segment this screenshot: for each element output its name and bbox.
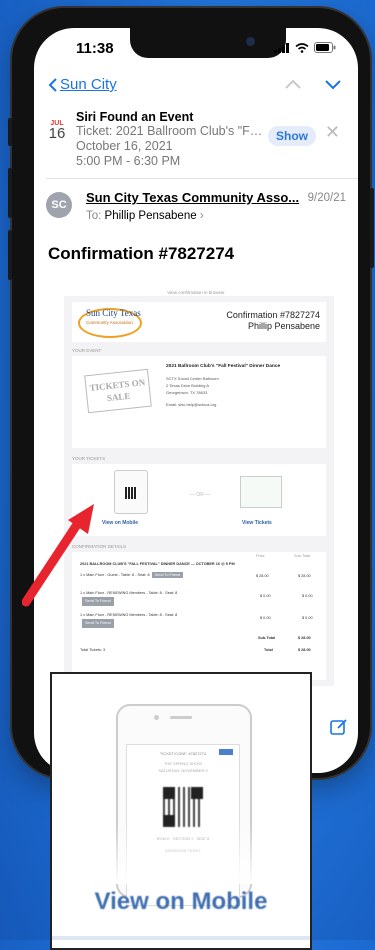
printable-tickets-image[interactable] — [240, 476, 282, 508]
subtotal-label: Sub-Total — [258, 636, 276, 640]
back-label: Sun City — [60, 76, 117, 93]
mute-switch — [8, 118, 12, 146]
to-label: To: — [86, 210, 102, 222]
siri-event-date: October 16, 2021 — [76, 139, 173, 153]
zoom-ticket-badge — [219, 749, 233, 755]
chevron-down-icon[interactable] — [324, 78, 342, 90]
status-icons — [274, 42, 336, 53]
mobile-ticket-image[interactable] — [114, 470, 148, 514]
close-icon[interactable]: ✕ — [325, 122, 340, 143]
venue-line-2: 2 Texas Drive Building A — [166, 383, 210, 388]
wifi-icon — [295, 42, 309, 53]
logo-text: Sun City Texas — [86, 308, 141, 318]
ticket-price: $ 28.00 — [256, 574, 269, 578]
zoom-ticket-line: THE SPRING SHOW — [163, 761, 202, 766]
calendar-day: 16 — [48, 125, 66, 142]
sender-header: SC Sun City Texas Community Asso... 9/20… — [46, 188, 346, 232]
message-arrows — [284, 78, 342, 90]
confirmation-block: Confirmation #7827274 Phillip Pensabene — [226, 310, 320, 332]
phone-frame: 11:38 Sun City JUL 16 Siri Found an Even… — [8, 8, 374, 778]
sender-name[interactable]: Sun City Texas Community Asso... — [86, 190, 306, 205]
total-tickets: Total Tickets: 3 — [80, 648, 106, 652]
chevron-left-icon — [48, 77, 57, 92]
ticket-price: $ 0.00 — [260, 616, 271, 620]
event-box: TICKETS ON SALE 2021 Ballroom Club's "Fa… — [72, 356, 326, 448]
confirmation-number: Confirmation #7827274 — [226, 310, 320, 320]
battery-icon — [314, 42, 336, 53]
zoom-camera-dot — [154, 715, 159, 720]
details-box: Price Sub-Total 2021 BALLROOM CLUB'S "FA… — [72, 552, 326, 680]
event-email: Email: sfsc.help@sctxca.org — [166, 402, 217, 407]
venue-line-3: Georgetown, TX 78633 — [166, 390, 208, 395]
zoom-fade — [52, 824, 310, 884]
recipient-name-email: Phillip Pensabene — [247, 321, 320, 331]
siri-event-name: Ticket: 2021 Ballroom Club's "Fall Fe... — [76, 124, 266, 138]
siri-title: Siri Found an Event — [76, 110, 194, 124]
power-button — [370, 188, 374, 268]
camera — [246, 37, 255, 46]
recipient-line[interactable]: To: Phillip Pensabene › — [86, 210, 204, 222]
zoom-view-on-mobile-label[interactable]: View on Mobile — [52, 888, 310, 916]
ticket-desc: 1 x Main Floor - RENEWING Members - Tabl… — [80, 613, 178, 617]
show-button[interactable]: Show — [268, 126, 316, 146]
logo-subtext: Community Association — [86, 320, 133, 325]
ticket-row: 1 x Main Floor - Guest - Table: 8 - Seat… — [80, 572, 318, 578]
notch — [130, 28, 286, 58]
view-on-mobile-link[interactable]: View on Mobile — [102, 520, 138, 526]
email-body: Sun City Texas Community Association Con… — [64, 296, 334, 686]
your-event-label: YOUR EVENT — [72, 348, 102, 353]
total-label: Total — [264, 648, 273, 652]
email-subject: Confirmation #7827274 — [48, 244, 235, 263]
mail-nav-bar: Sun City — [34, 76, 358, 106]
phone-screen: 11:38 Sun City JUL 16 Siri Found an Even… — [34, 28, 358, 773]
subtotal-value: $ 28.00 — [298, 636, 311, 640]
sender-date: 9/20/21 — [307, 192, 346, 204]
send-to-friend-button[interactable]: Send To Friend — [82, 619, 114, 628]
zoom-speaker — [170, 716, 192, 719]
col-price: Price — [256, 554, 265, 558]
or-separator: — OR — — [190, 492, 211, 498]
total-value: $ 28.00 — [298, 648, 311, 652]
qr-code-icon — [125, 487, 137, 499]
send-to-friend-button[interactable]: Send To Friend — [151, 572, 184, 578]
ticket-total: $ 0.00 — [302, 594, 313, 598]
email-header: Sun City Texas Community Association Con… — [72, 302, 326, 342]
tickets-box: — OR — View on Mobile View Tickets — [72, 464, 326, 536]
signal-icon — [274, 42, 289, 53]
ticket-row: 1 x Main Floor - RENEWING Members - Tabl… — [80, 612, 230, 628]
recipient-name: Phillip Pensabene — [104, 210, 197, 222]
back-button[interactable]: Sun City — [48, 76, 117, 93]
ticket-total: $ 0.00 — [302, 616, 313, 620]
qr-code — [163, 787, 203, 827]
view-in-browser-link[interactable]: View confirmation in browser — [34, 290, 358, 295]
divider — [46, 178, 358, 179]
view-tickets-link[interactable]: View Tickets — [242, 520, 272, 526]
details-event-name: 2021 BALLROOM CLUB'S "FALL FESTIVAL" DIN… — [80, 562, 235, 566]
tickets-on-sale-image: TICKETS ON SALE — [84, 368, 152, 414]
red-arrow-annotation — [22, 504, 94, 607]
status-time: 11:38 — [76, 40, 114, 57]
compose-icon[interactable] — [330, 718, 348, 736]
event-title: 2021 Ballroom Club's "Fall Festival" Din… — [166, 364, 281, 369]
volume-up-button — [8, 168, 12, 218]
ticket-price: $ 0.00 — [260, 594, 271, 598]
avatar: SC — [46, 192, 72, 218]
col-subtotal: Sub-Total — [294, 554, 311, 558]
your-tickets-label: YOUR TICKETS — [72, 456, 106, 461]
zoom-inset: TICKET/CONF. #7827274 THE SPRING SHOW SA… — [50, 672, 312, 950]
volume-down-button — [8, 230, 12, 280]
chevron-up-icon[interactable] — [284, 78, 302, 90]
zoom-underline — [52, 936, 310, 940]
siri-event-banner: JUL 16 Siri Found an Event Ticket: 2021 … — [46, 110, 346, 172]
siri-event-time: 5:00 PM - 6:30 PM — [76, 154, 181, 168]
venue-line-1: SCTX Social Center Ballroom — [166, 376, 219, 381]
calendar-icon: JUL 16 — [46, 120, 68, 141]
zoom-ticket-line: SATURDAY, NOVEMBER 9 — [158, 768, 208, 773]
ticket-total: $ 28.00 — [298, 574, 311, 578]
ticket-row: 1 x Main Floor - RENEWING Members - Tabl… — [80, 590, 230, 606]
